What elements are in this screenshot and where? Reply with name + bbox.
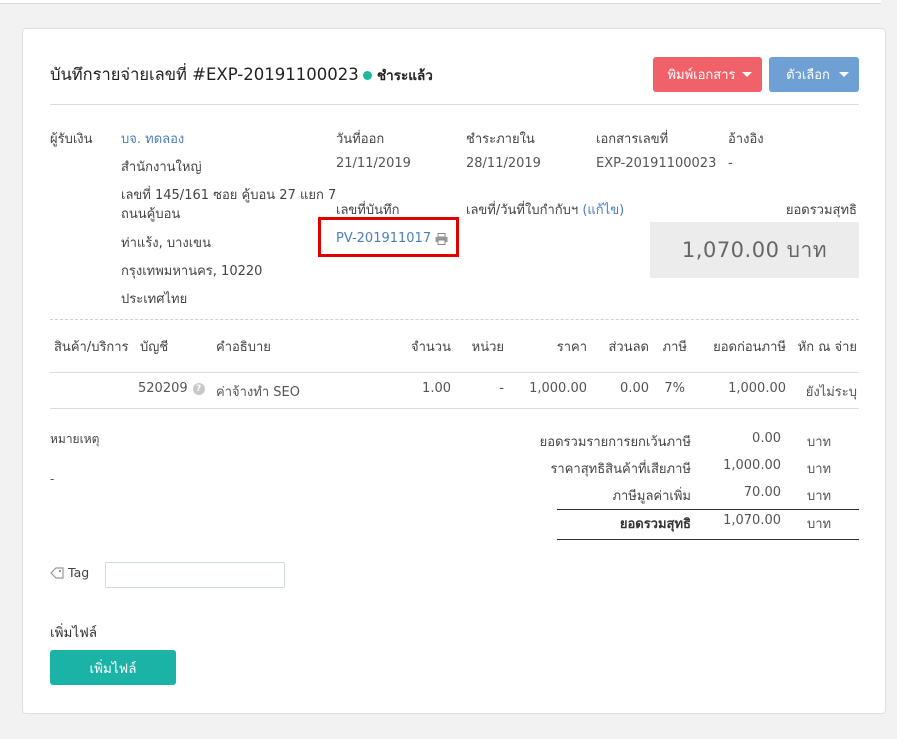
options-button-label: ตัวเลือก [786, 68, 830, 83]
summary-vat-label: ภาษีมูลค่าเพิ่ม [612, 489, 691, 504]
cell-price: 1,000.00 [529, 381, 587, 396]
payee-address-line4: กรุงเทพมหานคร, 10220 [121, 264, 263, 279]
help-icon[interactable]: ? [192, 382, 205, 395]
col-header-pretax: ยอดก่อนภาษี [713, 340, 786, 355]
summary-row-total: ยอดรวมสุทธิ 1,070.00 บาท [491, 513, 831, 534]
tax-invoice-field: เลขที่/วันที่ใบกำกับฯ (แก้ไข) [466, 199, 624, 220]
cell-tax: 7% [664, 381, 685, 396]
summary-vat-value: 70.00 [743, 485, 781, 500]
col-header-price: ราคา [556, 340, 587, 355]
tag-icon [50, 566, 64, 579]
summary-exempt-value: 0.00 [752, 431, 781, 446]
payee-address-line2: ถนนคู้บอน [121, 207, 181, 222]
due-date-label: ชำระภายใน [466, 132, 535, 147]
issue-date-value: 21/11/2019 [336, 156, 411, 171]
cell-account: 520209 ? [138, 381, 205, 396]
tax-invoice-label: เลขที่/วันที่ใบกำกับฯ [466, 203, 579, 218]
summary-row-vat: ภาษีมูลค่าเพิ่ม 70.00 บาท [491, 485, 831, 506]
cell-pretax: 1,000.00 [728, 381, 786, 396]
cell-quantity: 1.00 [422, 381, 451, 396]
payee-branch: สำนักงานใหญ่ [121, 160, 202, 175]
section-divider [50, 319, 859, 320]
col-header-description: คำอธิบาย [216, 340, 271, 355]
col-header-account: บัญชี [140, 340, 169, 355]
summary-vat-unit: บาท [807, 489, 832, 504]
table-header-divider [50, 372, 859, 373]
edit-tax-invoice-link[interactable]: (แก้ไข) [582, 203, 624, 218]
tag-label: Tag [68, 565, 90, 580]
status-dot-icon [363, 70, 372, 80]
reference-value: - [728, 156, 733, 171]
issue-date-label: วันที่ออก [336, 132, 385, 147]
payee-address-line3: ท่าแร้ง, บางเขน [121, 236, 211, 251]
col-header-tax: ภาษี [662, 340, 687, 355]
net-total-label: ยอดรวมสุทธิ [785, 203, 857, 218]
chevron-down-icon [742, 72, 752, 77]
cell-withholding: ยังไม่ระบุ [805, 385, 857, 400]
status-badge: ชำระแล้ว [363, 64, 433, 86]
col-header-product: สินค้า/บริการ [54, 340, 129, 355]
attachments-heading: เพิ่มไฟล์ [50, 625, 98, 641]
notes-label: หมายเหตุ [50, 432, 100, 446]
status-text: ชำระแล้ว [377, 68, 433, 84]
summary-exempt-unit: บาท [807, 435, 832, 450]
col-header-quantity: จำนวน [411, 340, 451, 355]
reference-label: อ้างอิง [728, 132, 764, 147]
add-file-button[interactable]: เพิ่มไฟล์ [50, 650, 176, 685]
tag-input[interactable] [105, 562, 285, 588]
payee-address-line1: เลขที่ 145/161 ซอย คู้บอน 27 แยก 7 [121, 188, 337, 203]
summary-taxable-label: ราคาสุทธิสินค้าที่เสียภาษี [550, 462, 691, 477]
col-header-unit: หน่วย [471, 340, 504, 355]
summary-taxable-value: 1,000.00 [723, 458, 781, 473]
summary-taxable-unit: บาท [807, 462, 832, 477]
notes-value: - [50, 472, 55, 486]
summary-total-top-rule [557, 509, 859, 510]
summary-total-value: 1,070.00 [723, 513, 781, 528]
chevron-down-icon [839, 72, 849, 77]
cell-unit: - [499, 381, 504, 396]
payee-label: ผู้รับเงิน [50, 132, 93, 147]
payee-name-link[interactable]: บจ. ทดลอง [121, 128, 184, 149]
net-total-value: 1,070.00 บาท [681, 237, 828, 262]
net-total-box: 1,070.00 บาท [650, 222, 859, 278]
due-date-value: 28/11/2019 [466, 156, 541, 171]
summary-total-unit: บาท [807, 517, 832, 532]
summary-exempt-label: ยอดรวมรายการยกเว้นภาษี [539, 435, 691, 450]
payee-country: ประเทศไทย [121, 292, 188, 307]
cell-discount: 0.00 [620, 381, 649, 396]
print-document-button[interactable]: พิมพ์เอกสาร [653, 57, 762, 92]
doc-number-value: EXP-20191100023 [596, 156, 717, 171]
top-panel-edge [0, 0, 881, 4]
summary-row-taxable: ราคาสุทธิสินค้าที่เสียภาษี 1,000.00 บาท [491, 458, 831, 479]
summary-total-bottom-rule [557, 539, 859, 540]
expense-document-card: บันทึกรายจ่ายเลขที่ #EXP-20191100023 ชำร… [22, 28, 886, 714]
add-file-button-label: เพิ่มไฟล์ [89, 660, 137, 677]
options-button[interactable]: ตัวเลือก [769, 57, 859, 92]
tag-label-group: Tag [50, 565, 89, 580]
col-header-withholding: หัก ณ จ่าย [797, 340, 857, 355]
table-bottom-divider [50, 408, 859, 409]
print-button-label: พิมพ์เอกสาร [667, 68, 736, 83]
record-number-highlight [318, 217, 459, 257]
account-code: 520209 [138, 381, 188, 396]
col-header-discount: ส่วนลด [608, 340, 649, 355]
doc-number-label: เอกสารเลขที่ [596, 132, 669, 147]
summary-row-exempt: ยอดรวมรายการยกเว้นภาษี 0.00 บาท [491, 431, 831, 452]
header-divider [50, 104, 859, 105]
page-title: บันทึกรายจ่ายเลขที่ #EXP-20191100023 [50, 65, 359, 84]
cell-description: ค่าจ้างทำ SEO [216, 385, 300, 400]
summary-total-label: ยอดรวมสุทธิ [619, 517, 691, 532]
